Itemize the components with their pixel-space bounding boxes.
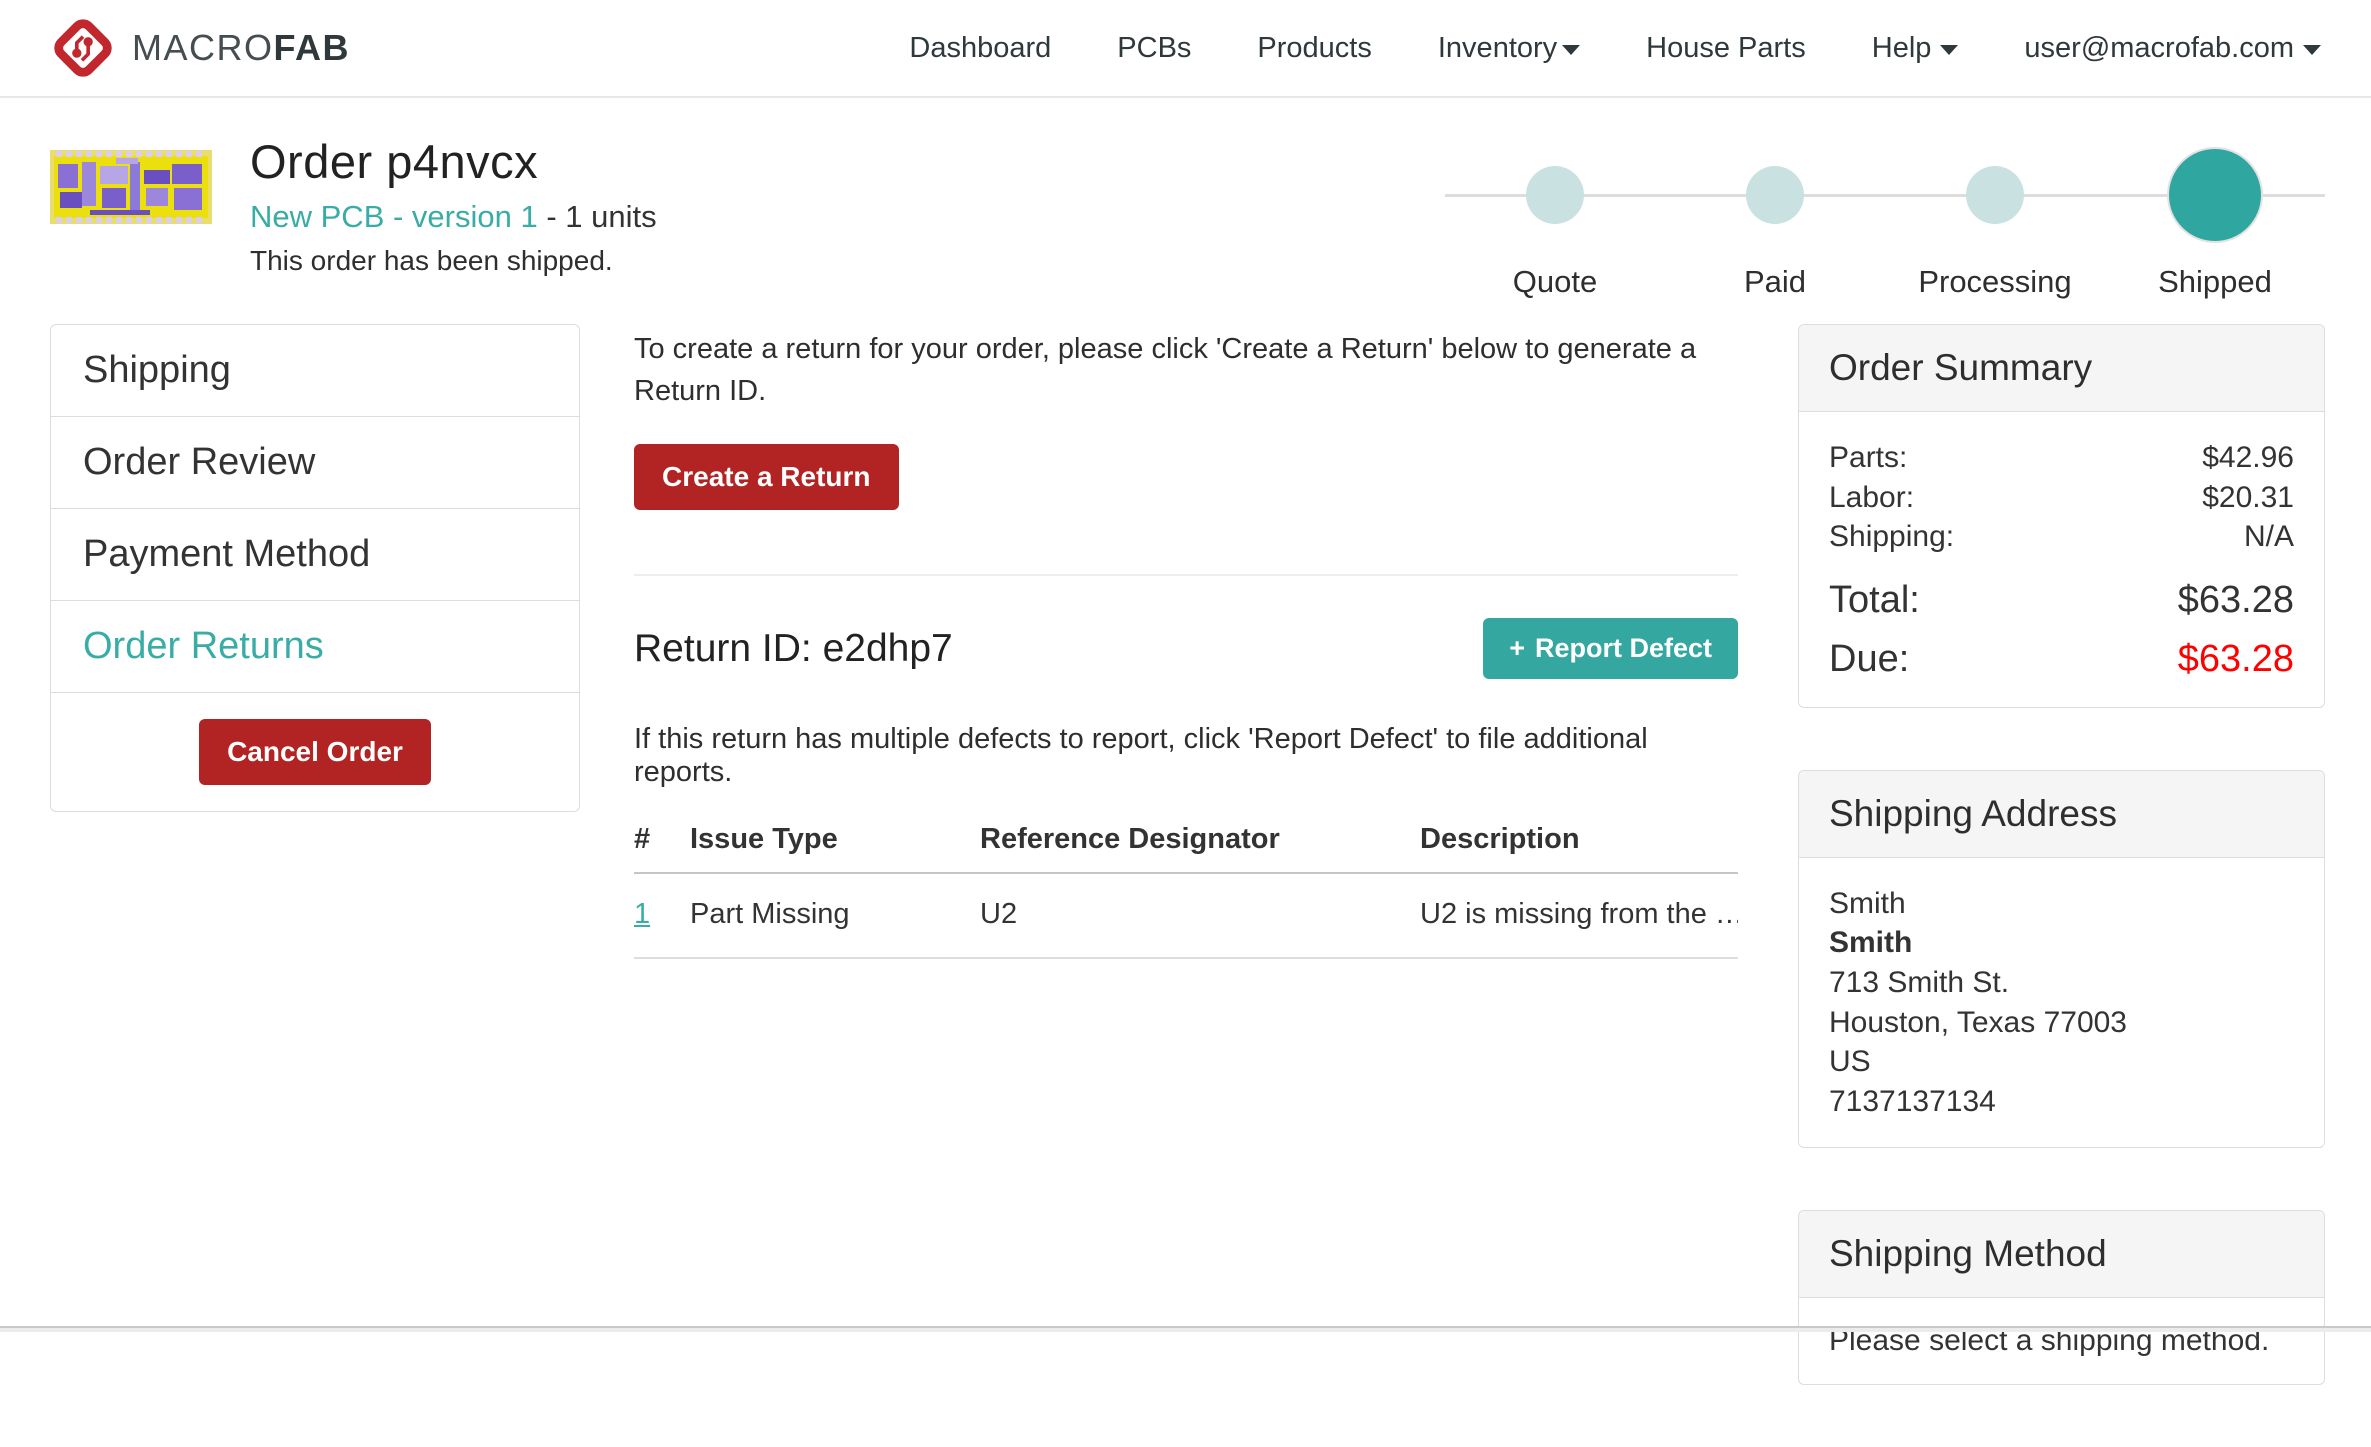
- shipping-method-title: Shipping Method: [1799, 1211, 2324, 1298]
- order-summary-panel: Order Summary Parts:$42.96 Labor:$20.31 …: [1798, 324, 2325, 708]
- summary-row-parts: Parts:$42.96: [1829, 438, 2294, 478]
- top-navbar: MACROFAB Dashboard PCBs Products Invento…: [0, 0, 2371, 98]
- defect-table-header-row: # Issue Type Reference Designator Descri…: [634, 823, 1738, 874]
- summary-row-due: Due:$63.28: [1829, 638, 2294, 681]
- multiple-defects-note: If this return has multiple defects to r…: [634, 723, 1738, 789]
- nav-item-help[interactable]: Help: [1872, 32, 1959, 65]
- report-defect-button[interactable]: +Report Defect: [1483, 618, 1738, 679]
- address-line: US: [1829, 1042, 2294, 1082]
- brand-wordmark: MACROFAB: [132, 27, 350, 69]
- column-header-number: #: [634, 823, 690, 856]
- defect-description: U2 is missing from the …: [1420, 898, 1738, 931]
- plus-icon: +: [1509, 633, 1525, 663]
- amount-due-value: $63.28: [2178, 638, 2294, 681]
- nav-item-house-parts[interactable]: House Parts: [1646, 32, 1806, 65]
- pcb-thumbnail-image[interactable]: [50, 150, 212, 224]
- cancel-order-cell: Cancel Order: [51, 692, 579, 811]
- section-divider: [634, 574, 1738, 576]
- defect-report-link[interactable]: 1: [634, 898, 650, 930]
- column-header-description: Description: [1420, 823, 1738, 856]
- footer-divider: [0, 1326, 2371, 1332]
- progress-step-quote: Quote: [1445, 134, 1665, 300]
- page-title: Order p4nvcx: [250, 134, 657, 189]
- progress-dot-shipped: [2169, 149, 2261, 241]
- address-line: Smith: [1829, 923, 2294, 963]
- table-row: 1 Part Missing U2 U2 is missing from the…: [634, 874, 1738, 959]
- progress-dot-paid: [1746, 166, 1804, 224]
- caret-down-icon: [2303, 45, 2321, 55]
- user-account-menu[interactable]: user@macrofab.com: [2024, 32, 2321, 65]
- macrofab-diamond-icon: [50, 15, 116, 81]
- sidebar-item-order-review[interactable]: Order Review: [51, 416, 579, 508]
- column-header-reference-designator: Reference Designator: [980, 823, 1420, 856]
- nav-item-products[interactable]: Products: [1257, 32, 1371, 65]
- order-returns-panel: To create a return for your order, pleas…: [634, 324, 1738, 959]
- order-section-sidebar: Shipping Order Review Payment Method Ord…: [50, 324, 580, 812]
- units-suffix: - 1 units: [538, 199, 657, 234]
- progress-step-processing: Processing: [1885, 134, 2105, 300]
- order-progress-tracker: Quote Paid Processing Shipped: [1445, 134, 2325, 300]
- sidebar-item-payment-method[interactable]: Payment Method: [51, 508, 579, 600]
- create-return-button[interactable]: Create a Return: [634, 444, 899, 510]
- progress-step-shipped: Shipped: [2105, 134, 2325, 300]
- column-header-issue-type: Issue Type: [690, 823, 980, 856]
- shipping-address-title: Shipping Address: [1799, 771, 2324, 858]
- address-line: Smith: [1829, 884, 2294, 924]
- nav-menu: Dashboard PCBs Products Inventory House …: [843, 32, 2321, 65]
- address-line: 713 Smith St.: [1829, 963, 2294, 1003]
- shipping-method-panel: Shipping Method Please select a shipping…: [1798, 1210, 2325, 1385]
- nav-item-pcbs[interactable]: PCBs: [1117, 32, 1191, 65]
- defect-reports-table: # Issue Type Reference Designator Descri…: [634, 823, 1738, 959]
- pcb-version-link[interactable]: New PCB - version 1: [250, 199, 538, 234]
- order-info-column: Order Summary Parts:$42.96 Labor:$20.31 …: [1798, 324, 2325, 1447]
- shipping-address-panel: Shipping Address Smith Smith 713 Smith S…: [1798, 770, 2325, 1149]
- order-status-text: This order has been shipped.: [250, 245, 657, 277]
- order-header: Order p4nvcx New PCB - version 1 - 1 uni…: [50, 134, 2325, 300]
- caret-down-icon: [1940, 45, 1958, 55]
- sidebar-item-order-returns[interactable]: Order Returns: [51, 600, 579, 692]
- defect-reference-designator: U2: [980, 898, 1420, 931]
- cancel-order-button[interactable]: Cancel Order: [199, 719, 431, 785]
- order-summary-title: Order Summary: [1799, 325, 2324, 412]
- address-line: Houston, Texas 77003: [1829, 1003, 2294, 1043]
- progress-dot-quote: [1526, 166, 1584, 224]
- nav-item-dashboard[interactable]: Dashboard: [909, 32, 1051, 65]
- progress-step-paid: Paid: [1665, 134, 1885, 300]
- nav-item-inventory[interactable]: Inventory: [1438, 32, 1580, 65]
- summary-row-total: Total:$63.28: [1829, 579, 2294, 622]
- macrofab-logo[interactable]: MACROFAB: [50, 15, 350, 81]
- caret-down-icon: [1562, 45, 1580, 55]
- progress-dot-processing: [1966, 166, 2024, 224]
- summary-row-labor: Labor:$20.31: [1829, 478, 2294, 518]
- return-id-heading: Return ID: e2dhp7: [634, 627, 953, 671]
- defect-issue-type: Part Missing: [690, 898, 980, 931]
- summary-row-shipping: Shipping:N/A: [1829, 517, 2294, 557]
- sidebar-item-shipping[interactable]: Shipping: [51, 325, 579, 416]
- create-return-instructions: To create a return for your order, pleas…: [634, 328, 1738, 412]
- address-line: 7137137134: [1829, 1082, 2294, 1122]
